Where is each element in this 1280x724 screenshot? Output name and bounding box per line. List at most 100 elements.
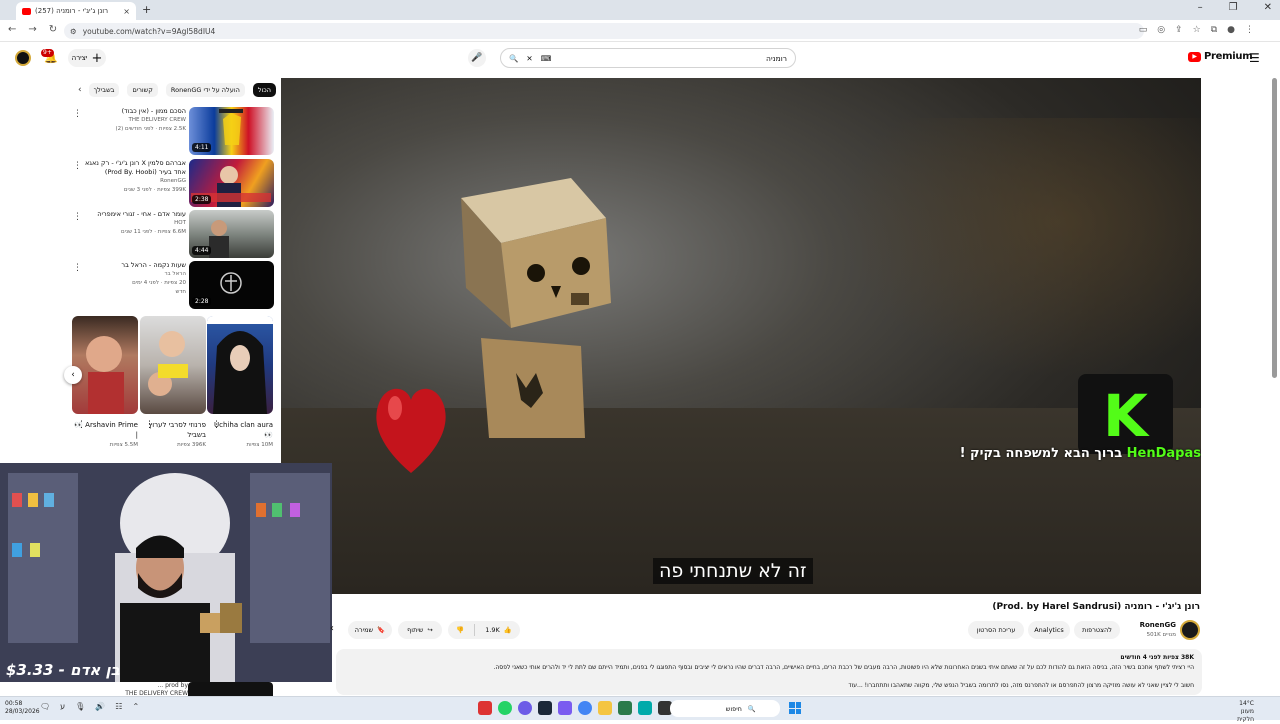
profile-icon[interactable]: ● (1227, 25, 1235, 35)
short-title[interactable]: Arshavin Prime 👀 | (72, 420, 138, 440)
notification-icon[interactable]: 🗨 (40, 702, 50, 711)
tray-chevron-icon[interactable]: ⌃ (132, 702, 139, 711)
chip-for-you[interactable]: בשבילך (88, 83, 120, 97)
system-clock[interactable]: 00:58 28/03/2026 (5, 700, 40, 716)
related-video-thumbnail[interactable]: 4:44 (189, 210, 274, 258)
short-thumbnail[interactable] (72, 316, 138, 414)
more-actions-icon[interactable]: ‹ (330, 623, 334, 634)
related-video-thumbnail[interactable]: 2:38 (189, 159, 274, 207)
language-icon[interactable]: ע (60, 702, 65, 711)
app-icon[interactable] (618, 701, 632, 715)
account-avatar[interactable] (15, 50, 31, 66)
related-video-title[interactable]: שעות נקמה - הראל בר (84, 261, 186, 270)
search-input[interactable]: 🔍 ✕ ⌨ רומניה (500, 48, 796, 68)
join-button[interactable]: להצטרפות (1074, 621, 1120, 639)
related-video[interactable]: ⋮ אברהם סלמין X רונן ג'יג'י - רק נאגא אח… (70, 159, 274, 207)
chrome-icon[interactable] (578, 701, 592, 715)
video-player[interactable]: K HenDapas ברוך הבא למשפחה בקיק ! זה לא … (281, 78, 1201, 594)
more-options-icon[interactable]: ⋮ (73, 161, 82, 171)
create-button[interactable]: יצירה + (68, 49, 106, 67)
channel-avatar[interactable] (1180, 620, 1200, 640)
volume-icon[interactable]: 🔊 (95, 702, 105, 711)
related-video-title[interactable]: prod by ... (96, 682, 188, 690)
youtube-favicon-icon (22, 7, 31, 15)
related-video-title[interactable]: אברהם סלמין X רונן ג'יג'י - רק נאגא אחד … (84, 159, 186, 177)
steam-icon[interactable] (538, 701, 552, 715)
analytics-button[interactable]: Analytics (1028, 621, 1070, 639)
edit-label: עריכת הסרטון (976, 626, 1016, 634)
microphone-icon[interactable]: 🎙 (75, 702, 85, 711)
windows-start-icon[interactable] (789, 702, 801, 714)
short-thumbnail[interactable] (207, 316, 273, 414)
keyboard-icon[interactable]: ⌨ (541, 54, 552, 63)
related-video[interactable]: ⋮ עומר אדם - אחי - זגורי אימפריה HOT 6.6… (70, 210, 274, 258)
forward-icon[interactable]: → (28, 24, 36, 35)
related-video-title[interactable]: הסכם ממון - (אין כבוד) (84, 107, 186, 116)
like-icon[interactable]: 👍 (504, 626, 512, 634)
video-title: רונן ג'יג'י - רומניה (Prod. by Harel San… (992, 602, 1200, 612)
site-info-icon[interactable]: ⚙ (70, 27, 77, 36)
share-button[interactable]: ↪ שיתוף (398, 621, 442, 639)
page-scrollbar[interactable] (1272, 78, 1277, 378)
url-field[interactable]: ⚙ youtube.com/watch?v=9Agl58dIU4 (64, 23, 1144, 39)
menu-dots-icon[interactable]: ⋮ (1245, 25, 1254, 35)
reload-icon[interactable]: ↻ (49, 24, 57, 35)
close-tab-icon[interactable]: × (123, 7, 130, 16)
related-video-meta: 399K צפיות · לפני 3 שנים (123, 187, 186, 193)
minimize-icon[interactable]: – (1198, 2, 1203, 13)
more-options-icon[interactable]: ⋮ (73, 263, 82, 273)
related-video-thumbnail[interactable] (188, 682, 273, 696)
short-info: Uchiha clan aura 👀 10M צפיות (207, 420, 273, 450)
guide-menu-icon[interactable]: ☰ (1249, 51, 1260, 65)
related-video[interactable]: ⋮ הסכם ממון - (אין כבוד) THE DELIVERY CR… (70, 107, 274, 155)
clear-search-icon[interactable]: ✕ (526, 54, 532, 63)
network-icon[interactable]: ☷ (115, 702, 122, 711)
chip-related[interactable]: קשורים (127, 83, 158, 97)
file-explorer-icon[interactable] (598, 701, 612, 715)
chip-all[interactable]: הכול (252, 83, 276, 97)
chip-uploaded-by[interactable]: הועלה על ידי RonenGG (165, 83, 245, 97)
cast-icon[interactable]: ▭ (1139, 25, 1148, 35)
clock-time: 00:58 (5, 700, 23, 707)
more-options-icon[interactable]: ⋮ (73, 212, 82, 222)
short-title[interactable]: Uchiha clan aura 👀 (207, 420, 273, 440)
app-icon[interactable] (518, 701, 532, 715)
youtube-header: 🔔 9+ יצירה + 🎤 🔍 ✕ ⌨ רומניה ▶ Premium ☰ (0, 42, 1280, 74)
bookmark-star-icon[interactable]: ☆ (1193, 25, 1201, 35)
related-video-thumbnail[interactable]: 2:28 (189, 261, 274, 309)
short-thumbnail[interactable] (140, 316, 206, 414)
save-button[interactable]: 🔖 שמירה (348, 621, 392, 639)
cardboard-robot-head-graphic (461, 178, 611, 328)
app-icon[interactable] (558, 701, 572, 715)
browser-tab[interactable]: רונן ג'יג'י - רומניה (257) × (16, 2, 136, 20)
related-video[interactable]: ⋮ שעות נקמה - הראל בר הראל בר 20 צפיות ·… (70, 261, 274, 309)
short-views: 10M צפיות (246, 442, 273, 448)
weather-widget[interactable]: 14°C מעונן חלקית (1222, 700, 1254, 724)
video-description[interactable]: 38K צפיות לפני 4 חודשים היי רציתי לשתף א… (336, 649, 1202, 695)
edge-icon[interactable] (638, 701, 652, 715)
related-video-channel: THE DELIVERY CREW (128, 117, 186, 123)
taskbar-search[interactable]: חיפוש 🔍 (670, 700, 780, 717)
dislike-icon[interactable]: 👎 (456, 626, 464, 634)
close-window-icon[interactable]: ✕ (1264, 2, 1272, 13)
whatsapp-icon[interactable] (498, 701, 512, 715)
maximize-icon[interactable]: ❐ (1229, 2, 1238, 13)
extensions-icon[interactable]: ⧉ (1211, 25, 1217, 35)
voice-search-icon[interactable]: 🎤 (468, 49, 486, 67)
channel-name[interactable]: RonenGG (1120, 621, 1176, 629)
shorts-scroll-left-icon[interactable]: ‹ (64, 366, 82, 384)
new-tab-button[interactable]: + (142, 3, 151, 16)
search-icon[interactable]: 🔍 (509, 54, 518, 63)
related-video-thumbnail[interactable]: 4:11 (189, 107, 274, 155)
edit-video-button[interactable]: עריכת הסרטון (968, 621, 1024, 639)
app-icon[interactable] (478, 701, 492, 715)
related-video-title[interactable]: עומר אדם - אחי - זגורי אימפריה (84, 210, 186, 219)
eye-off-icon[interactable]: ◎ (1157, 25, 1165, 35)
clock-date: 28/03/2026 (5, 708, 40, 715)
youtube-premium-logo[interactable]: ▶ Premium (1188, 51, 1253, 62)
more-options-icon[interactable]: ⋮ (73, 109, 82, 119)
back-icon[interactable]: ← (8, 24, 16, 35)
share-icon[interactable]: ⇪ (1175, 25, 1183, 35)
short-title[interactable]: פרנוזי לסרבי לערוץ בשביל (140, 420, 206, 440)
short-views: 5.5M צפיות (109, 442, 138, 448)
